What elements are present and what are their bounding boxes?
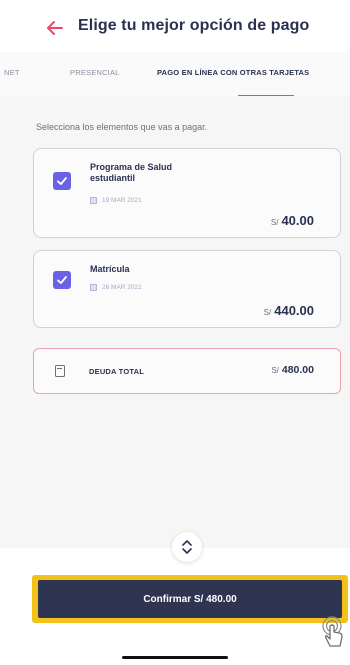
item-amount: S/ 440.00 (264, 303, 314, 318)
currency-label: S/ (270, 218, 279, 227)
total-value: 480.00 (281, 364, 314, 376)
confirm-button[interactable]: Confirmar S/ 480.00 (38, 580, 342, 618)
currency-label: S/ (263, 308, 272, 317)
back-arrow-icon[interactable] (44, 17, 66, 39)
check-icon (57, 177, 67, 185)
chevron-up-down-icon (182, 540, 192, 554)
amount-value: 440.00 (274, 303, 314, 318)
payment-tabs: NET PRESENCIAL PAGO EN LÍNEA CON OTRAS T… (0, 52, 350, 97)
tab-presencial[interactable]: PRESENCIAL (70, 68, 120, 77)
instruction-text: Selecciona los elementos que vas a pagar… (36, 122, 208, 132)
total-amount: S/ 480.00 (271, 364, 314, 376)
check-icon (57, 276, 67, 284)
item-checkbox[interactable] (53, 172, 71, 190)
payment-content: Selecciona los elementos que vas a pagar… (0, 96, 350, 548)
total-label: DEUDA TOTAL (89, 367, 144, 376)
total-debt-card: DEUDA TOTAL S/ 480.00 (33, 348, 341, 394)
item-date-row: 19 MAR 2021 (90, 197, 142, 204)
currency-label: S/ (271, 366, 279, 375)
calendar-icon (90, 197, 97, 204)
expand-collapse-button[interactable] (172, 532, 202, 562)
payment-item-card[interactable]: Programa de Salud estudiantil 19 MAR 202… (33, 148, 341, 238)
amount-value: 40.00 (281, 213, 314, 228)
item-checkbox[interactable] (53, 271, 71, 289)
document-icon (55, 365, 65, 377)
item-name: Matrícula (90, 264, 130, 274)
item-date: 26 MAR 2021 (102, 284, 142, 291)
tab-pago-en-linea[interactable]: PAGO EN LÍNEA CON OTRAS TARJETAS (157, 68, 309, 77)
item-amount: S/ 40.00 (271, 213, 314, 228)
item-date: 19 MAR 2021 (102, 197, 142, 204)
item-date-row: 26 MAR 2021 (90, 284, 142, 291)
home-indicator (122, 656, 228, 659)
page-title: Elige tu mejor opción de pago (78, 17, 310, 34)
tab-net[interactable]: NET (4, 68, 20, 77)
calendar-icon (90, 284, 97, 291)
payment-item-card[interactable]: Matrícula 26 MAR 2021 S/ 440.00 (33, 250, 341, 328)
header: Elige tu mejor opción de pago (0, 0, 350, 52)
tap-gesture-icon (322, 616, 343, 647)
item-name: Programa de Salud estudiantil (90, 162, 173, 183)
